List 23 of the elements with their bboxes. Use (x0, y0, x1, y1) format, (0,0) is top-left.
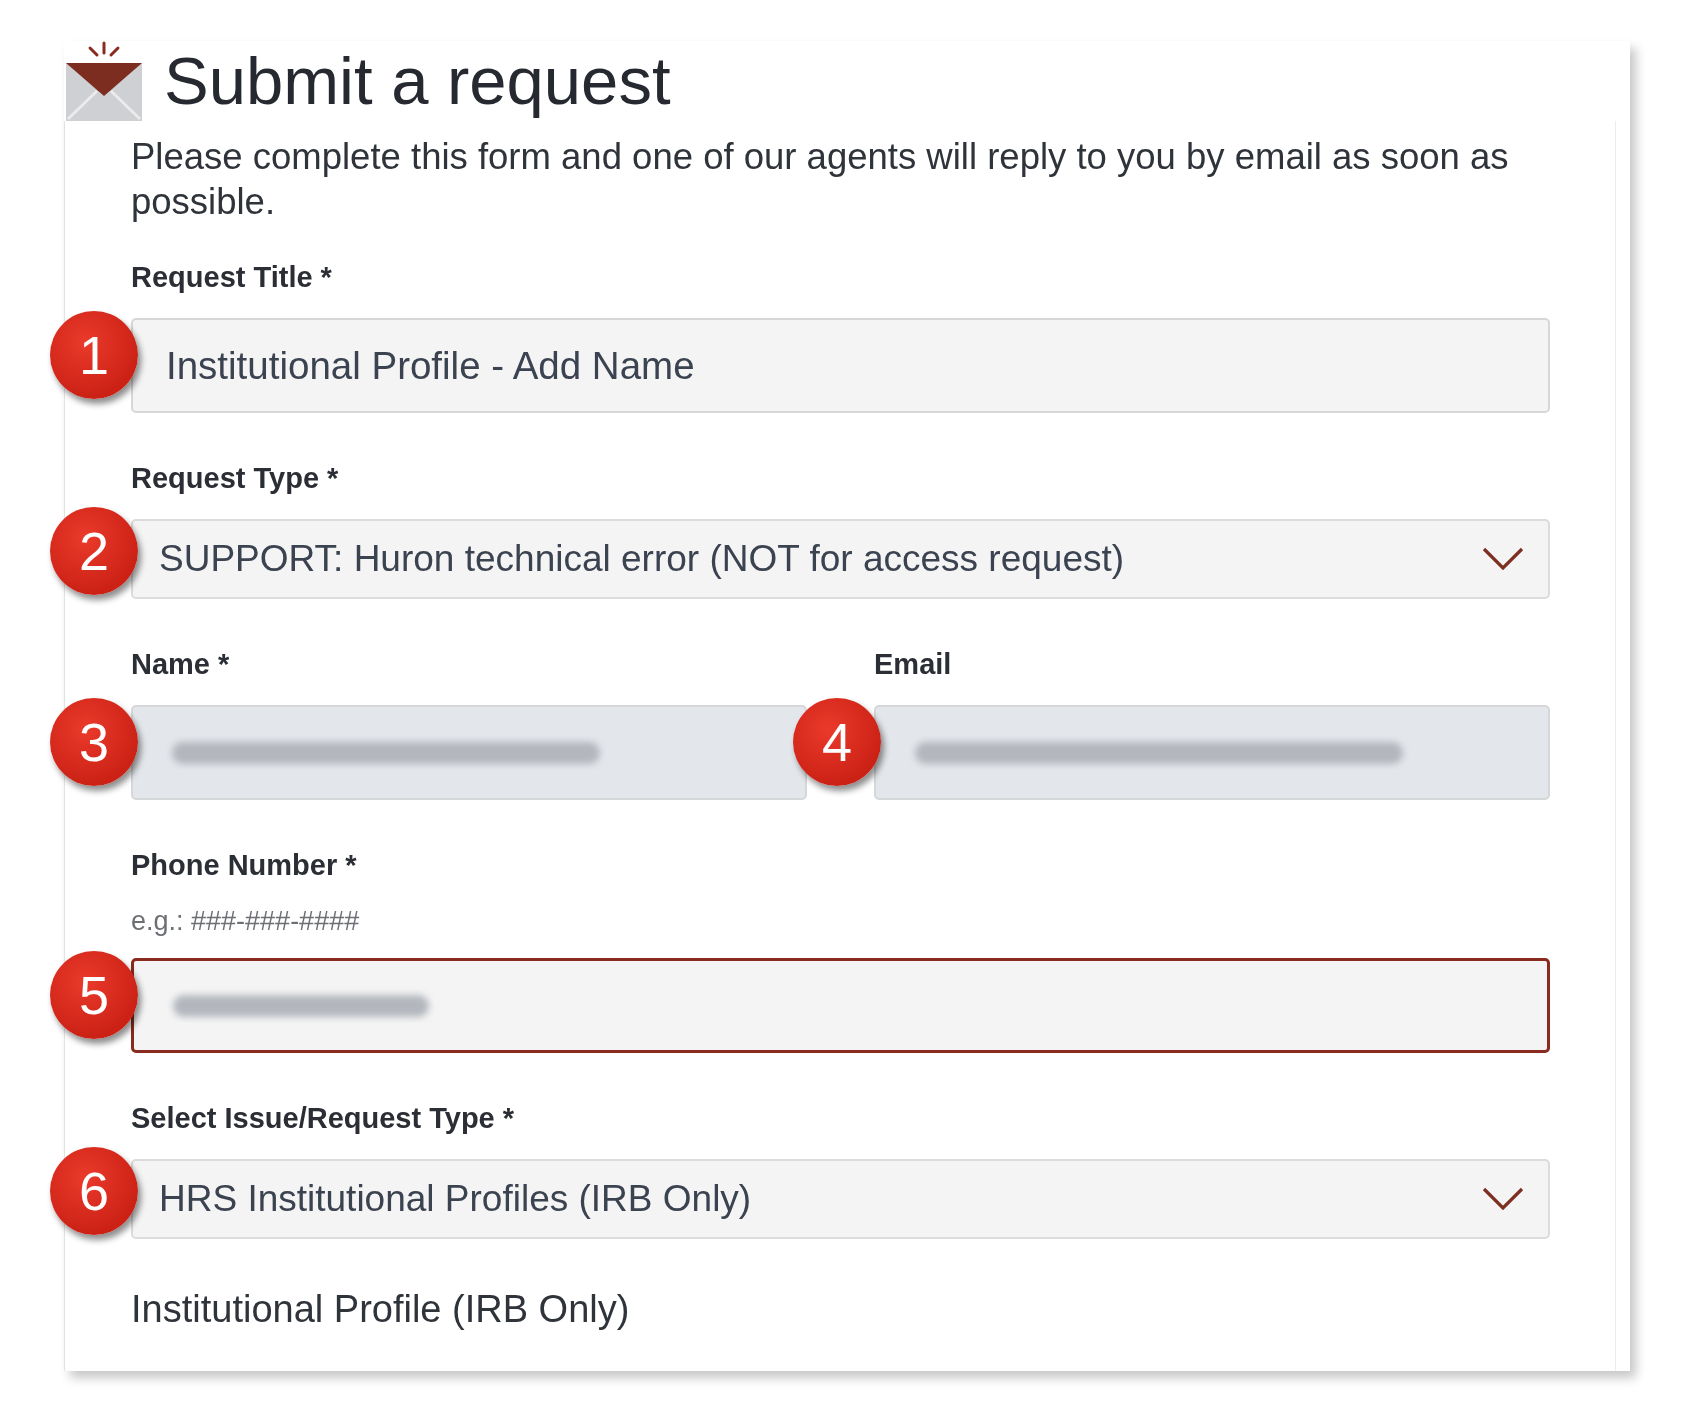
chevron-down-icon (1482, 1187, 1524, 1211)
note-text: Institutional Profile (IRB Only) (131, 1287, 631, 1331)
callout-marker: 5 (50, 951, 138, 1039)
page-title: Submit a request (164, 42, 671, 120)
field-label: Email (874, 647, 953, 681)
text-input[interactable]: Institutional Profile - Add Name (131, 318, 1550, 413)
field-label: Select Issue/Request Type * (131, 1101, 516, 1135)
field-label: Request Title * (131, 260, 333, 294)
intro-text: Please complete this form and one of our agents will reply to you by email as soon as possible. (131, 135, 1510, 224)
callout-marker: 4 (793, 698, 881, 786)
dropdown-select[interactable]: HRS Institutional Profiles (IRB Only) (131, 1159, 1550, 1239)
callout-marker: 1 (50, 311, 138, 399)
dropdown-select[interactable]: SUPPORT: Huron technical error (NOT for access request) (131, 519, 1550, 599)
envelope-icon (66, 41, 142, 121)
hint-text: e.g.: ###-###-#### (131, 906, 361, 936)
text-input[interactable] (131, 958, 1550, 1053)
field-label: Phone Number * (131, 848, 358, 882)
field-label: Request Type * (131, 461, 340, 495)
field-label: Name * (131, 647, 231, 681)
chevron-down-icon (1482, 547, 1524, 571)
callout-marker: 2 (50, 507, 138, 595)
callout-marker: 6 (50, 1147, 138, 1235)
callout-marker: 3 (50, 698, 138, 786)
